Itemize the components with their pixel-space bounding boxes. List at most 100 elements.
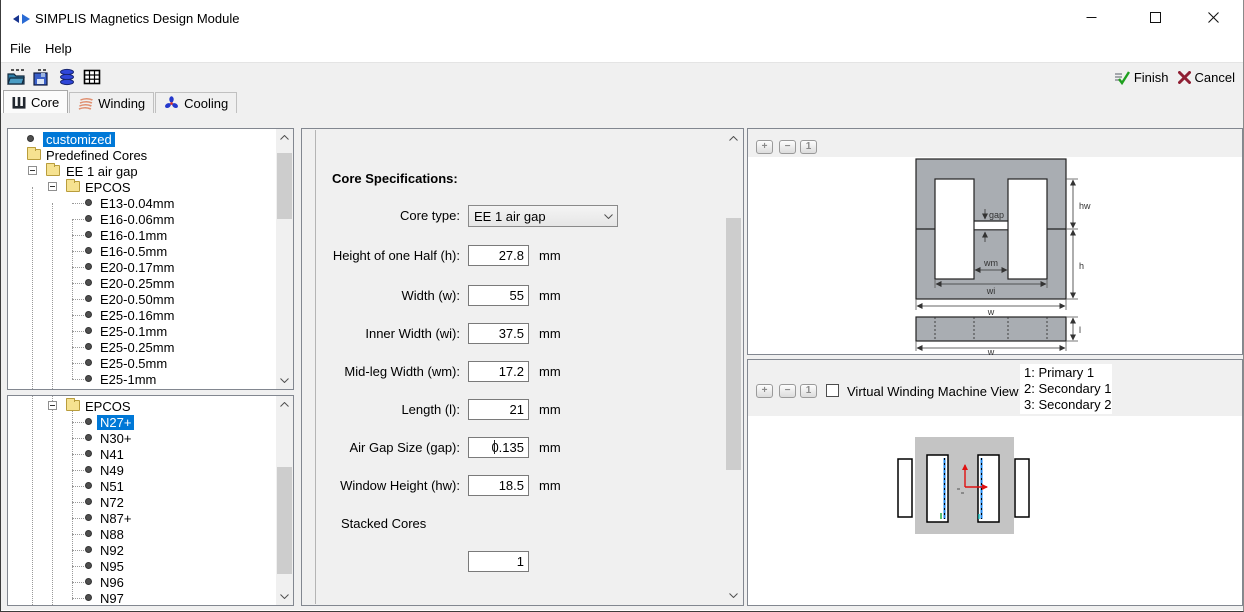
- scrollbar-thumb[interactable]: [277, 153, 292, 219]
- collapse-minus-icon[interactable]: [48, 401, 57, 410]
- open-design-button[interactable]: [7, 68, 26, 86]
- tree-item-label: N27+: [97, 415, 134, 430]
- window-title: SIMPLIS Magnetics Design Module: [35, 11, 239, 26]
- tree-item-material[interactable]: N96: [8, 574, 276, 590]
- midleg-width-input[interactable]: [468, 361, 529, 382]
- scroll-up-icon[interactable]: [276, 129, 293, 146]
- window-height-input[interactable]: [468, 475, 529, 496]
- tree-item-core[interactable]: E25-0.5mm: [8, 355, 276, 371]
- tree-item-ee-1-air-gap[interactable]: EE 1 air gap: [8, 163, 276, 179]
- tree-item-label: E16-0.06mm: [97, 212, 177, 227]
- scroll-down-icon[interactable]: [725, 587, 742, 604]
- item-dot-icon: [85, 514, 92, 521]
- field-label: Mid-leg Width (wm):: [302, 364, 460, 379]
- zoom-out-button[interactable]: −: [779, 140, 796, 154]
- zoom-in-button[interactable]: +: [756, 140, 773, 154]
- stacked-cores-input[interactable]: [468, 551, 529, 572]
- zoom-in-button[interactable]: +: [756, 384, 773, 398]
- height-input[interactable]: [468, 245, 529, 266]
- tree-item-core[interactable]: E20-0.25mm: [8, 275, 276, 291]
- tree-item-label: EPCOS: [82, 180, 134, 195]
- tab-core[interactable]: Core: [3, 90, 68, 113]
- scrollbar-thumb[interactable]: [277, 467, 292, 574]
- item-dot-icon: [85, 562, 92, 569]
- form-scrollbar[interactable]: [725, 130, 742, 604]
- tab-cooling[interactable]: Cooling: [155, 92, 237, 113]
- tree-item-label: E13-0.04mm: [97, 196, 177, 211]
- zoom-actual-button[interactable]: 1: [800, 384, 817, 398]
- tree-item-material[interactable]: N27+: [8, 414, 276, 430]
- titlebar[interactable]: SIMPLIS Magnetics Design Module: [1, 0, 1243, 36]
- scroll-down-icon[interactable]: [276, 588, 293, 605]
- item-dot-icon: [85, 530, 92, 537]
- inner-width-input[interactable]: [468, 323, 529, 344]
- tree-item-core[interactable]: E20-0.17mm: [8, 259, 276, 275]
- tab-core-label: Core: [31, 95, 59, 110]
- tree-item-material[interactable]: N92: [8, 542, 276, 558]
- data-table-button[interactable]: [82, 68, 101, 86]
- tree-item-material[interactable]: N97: [8, 590, 276, 605]
- tree-item-customized[interactable]: customized: [8, 131, 276, 147]
- h-dim-label: h: [1079, 261, 1084, 271]
- save-design-button[interactable]: [32, 68, 51, 86]
- cancel-button[interactable]: Cancel: [1176, 70, 1237, 85]
- close-button[interactable]: [1191, 0, 1236, 34]
- tree-item-core[interactable]: E20-0.50mm: [8, 291, 276, 307]
- stacked-cores-input-row: [302, 551, 743, 573]
- material-database-button[interactable]: [57, 68, 76, 86]
- core-view-canvas[interactable]: gap hw h wm wi: [748, 157, 1242, 354]
- tree-item-label: E25-0.5mm: [97, 356, 170, 371]
- collapse-minus-icon[interactable]: [28, 166, 37, 175]
- scroll-up-icon[interactable]: [725, 130, 742, 147]
- collapse-minus-icon[interactable]: [48, 182, 57, 191]
- item-dot-icon: [85, 199, 92, 206]
- tree-item-material[interactable]: N72: [8, 494, 276, 510]
- wm-dim-label: wm: [983, 258, 998, 268]
- tree-item-core[interactable]: E16-0.06mm: [8, 211, 276, 227]
- scrollbar-thumb[interactable]: [726, 218, 741, 470]
- tree-item-material[interactable]: N88: [8, 526, 276, 542]
- core-type-dropdown[interactable]: EE 1 air gap: [468, 205, 618, 227]
- air-gap-input[interactable]: [468, 437, 529, 458]
- scroll-up-icon[interactable]: [276, 396, 293, 413]
- tree-item-core[interactable]: E25-0.16mm: [8, 307, 276, 323]
- tree-item-material[interactable]: N95: [8, 558, 276, 574]
- core-dimension-view-panel: + − 1: [747, 128, 1243, 355]
- material-tree-scrollbar[interactable]: [276, 396, 293, 605]
- tree-item-core[interactable]: E25-0.1mm: [8, 323, 276, 339]
- menu-file[interactable]: File: [3, 38, 38, 60]
- zoom-actual-button[interactable]: 1: [800, 140, 817, 154]
- tree-item-core[interactable]: E25-1mm: [8, 371, 276, 387]
- width-input[interactable]: [468, 285, 529, 306]
- tree-item-predefined-cores[interactable]: Predefined Cores: [8, 147, 276, 163]
- length-input[interactable]: [468, 399, 529, 420]
- zoom-out-button[interactable]: −: [779, 384, 796, 398]
- minimize-button[interactable]: [1069, 0, 1114, 34]
- stacked-cores-label: Stacked Cores: [341, 516, 426, 531]
- item-dot-icon: [85, 311, 92, 318]
- maximize-button[interactable]: [1133, 0, 1178, 34]
- tree-item-epcos[interactable]: EPCOS: [8, 179, 276, 195]
- tree-item-core[interactable]: E16-0.5mm: [8, 243, 276, 259]
- inner-width-row: Inner Width (wi): mm: [302, 323, 743, 345]
- w-dim-label: w: [987, 307, 995, 317]
- tree-item-material[interactable]: N41: [8, 446, 276, 462]
- tree-item-material[interactable]: N87+: [8, 510, 276, 526]
- menu-help[interactable]: Help: [38, 38, 79, 60]
- core-tree-scrollbar[interactable]: [276, 129, 293, 389]
- item-dot-icon: [85, 279, 92, 286]
- tree-item-material[interactable]: N51: [8, 478, 276, 494]
- tree-item-epcos-materials[interactable]: EPCOS: [8, 398, 276, 414]
- hw-dim-label: hw: [1079, 201, 1091, 211]
- winding-view-canvas[interactable]: [748, 416, 1242, 605]
- virtual-winding-machine-checkbox[interactable]: [826, 384, 839, 397]
- tab-winding[interactable]: Winding: [69, 92, 154, 113]
- finish-button[interactable]: Finish: [1112, 70, 1171, 85]
- tree-item-core[interactable]: E13-0.04mm: [8, 195, 276, 211]
- tree-item-label: E25-1mm: [97, 372, 159, 387]
- tree-item-material[interactable]: N49: [8, 462, 276, 478]
- tree-item-core[interactable]: E16-0.1mm: [8, 227, 276, 243]
- tree-item-core[interactable]: E25-0.25mm: [8, 339, 276, 355]
- scroll-down-icon[interactable]: [276, 372, 293, 389]
- tree-item-material[interactable]: N30+: [8, 430, 276, 446]
